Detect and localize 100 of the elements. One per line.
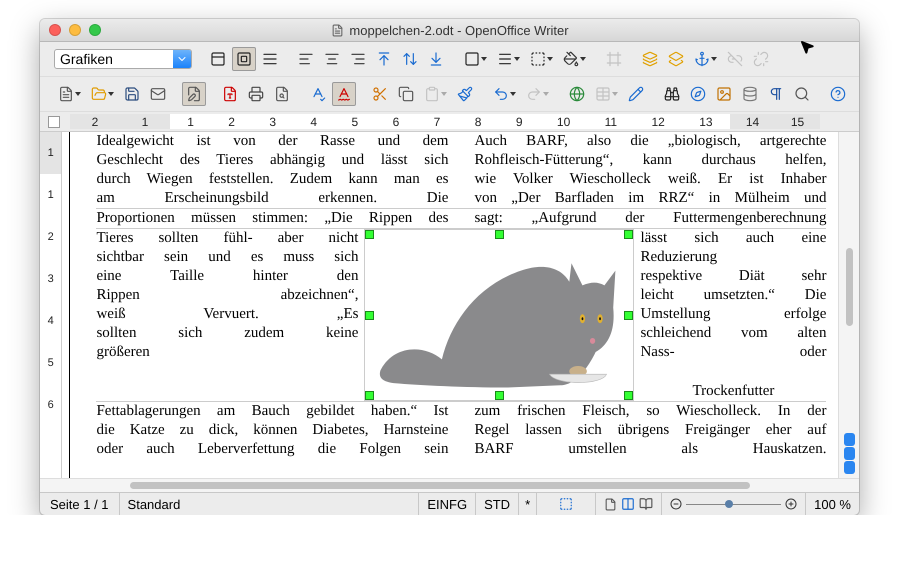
arrow-down-icon [428,51,444,67]
save-icon [124,86,140,102]
edit-icon [186,86,202,102]
ruler-number: 6 [46,398,55,413]
paint-bucket-icon [563,51,579,67]
cut-icon [372,86,388,102]
mail-icon [150,86,166,102]
previous-page-button[interactable] [844,433,855,446]
book-view-icon[interactable] [639,497,654,511]
ruler-number: 7 [434,114,440,128]
caret-icon [547,57,553,61]
window-title: moppelchen-2.odt - OpenOffice Writer [349,22,569,38]
document-icon [331,24,344,36]
border-icon [464,51,480,67]
selection-handle[interactable] [365,230,374,239]
caret-icon [481,57,487,61]
selection-handle[interactable] [624,230,634,239]
search-icon [794,86,810,102]
zoom-out-icon[interactable] [670,498,682,510]
layers-icon [668,51,684,67]
ruler-number: 13 [699,114,713,128]
unlink-icon [727,51,743,67]
slider-thumb[interactable] [724,500,733,508]
text-line: größeren [96,343,151,362]
toolbar-button[interactable] [232,47,256,71]
single-page-icon[interactable] [604,498,618,510]
copy-icon [398,86,414,102]
ruler-number: 4 [310,114,318,128]
binoculars-icon [664,86,680,102]
zoom-in-icon[interactable] [785,498,798,510]
caret-icon [441,92,447,96]
layers-icon [642,51,658,67]
navigation-button[interactable] [844,447,855,460]
ruler-number: 2 [46,230,55,245]
caret-icon [612,92,618,96]
text-line: Idealgewicht ist von der Rasse und dem [96,132,448,151]
text-line: Regel lassen sich übrigens Freigänger eher auf [474,421,826,440]
scrollbar-thumb[interactable] [846,248,853,326]
caret-icon [510,92,516,96]
text-line: von „Der Barfladen im RRZ“ in Mülheim und [474,189,826,208]
text-line: oder auch Leberverfettung die Folgen sein [96,440,448,459]
zoom-percentage: 100 % [814,496,851,512]
document-icon [58,86,74,102]
text-line: Geschlecht des Tieres abhängig und lässt sich [96,151,448,170]
text-line: BARF umstellen als Hauskatzen. [474,440,826,459]
compass-icon [690,86,706,102]
two-page-icon[interactable] [621,497,636,511]
undo-icon [493,86,509,102]
arrow-up-icon [376,51,392,67]
text-line: sichtbar sein und es muss sich [96,248,358,267]
selection-handle[interactable] [495,391,504,400]
text-line: durch Wiegen feststellen. Zudem kann man es [96,170,448,189]
insert-mode: EINFG [427,496,468,512]
align-center-icon [324,51,340,67]
ruler-number: 11 [604,114,618,128]
text-line: wie Volker Wiescholleck weiß. Er ist Inhaber [474,170,826,189]
text-line: leicht umsetzten.“ Die [640,286,826,305]
globe-icon [569,86,585,102]
image-icon [716,86,732,102]
ruler-number: 14 [746,114,760,128]
selection-handle[interactable] [624,311,634,320]
mouse-pointer-icon [799,39,815,55]
text-line: lässt sich auch eine [640,229,826,248]
align-right-icon [350,51,366,67]
pilcrow-icon [768,86,784,102]
printer-icon [248,86,264,102]
print-preview-icon [274,86,290,102]
vertical-scrollbar[interactable] [838,132,859,478]
close-button[interactable] [49,24,61,36]
style-dropdown[interactable]: Grafiken [54,49,192,69]
help-icon [830,86,846,102]
ruler-number: 3 [46,272,55,287]
zoom-button[interactable] [89,24,101,36]
selection-handle[interactable] [495,230,504,239]
database-icon [742,86,758,102]
ruler-number: 3 [269,114,276,128]
text-line: Proportionen müssen stimmen: „Die Rippen des [96,209,448,228]
caret-icon [514,57,520,61]
line-style-icon [497,51,513,67]
text-line: respektive Diät sehr [640,267,826,286]
spellcheck-icon [336,86,352,102]
unlink-icon [753,51,769,67]
ruler-number: 1 [187,114,194,128]
folder-icon [91,86,107,102]
caret-icon [711,57,717,61]
tab-stop-icon[interactable] [48,116,60,128]
caret-icon [580,57,586,61]
selection-handle[interactable] [365,311,374,320]
text-line: Auch BARF, also die „biologisch, artgerechte [474,132,826,151]
table-icon [595,86,611,102]
selection-handle[interactable] [365,391,374,400]
scrollbar-thumb[interactable] [130,482,750,489]
ruler-number: 12 [652,114,665,128]
next-page-button[interactable] [844,461,855,474]
ruler-number: 1 [142,114,148,128]
text-line: zum frischen Fleisch, so Wiescholleck. In der [474,402,826,421]
ruler-number: 10 [556,114,570,128]
ruler-number: 1 [46,188,55,203]
horizontal-scrollbar[interactable] [40,478,859,492]
selection-handle[interactable] [624,391,634,400]
